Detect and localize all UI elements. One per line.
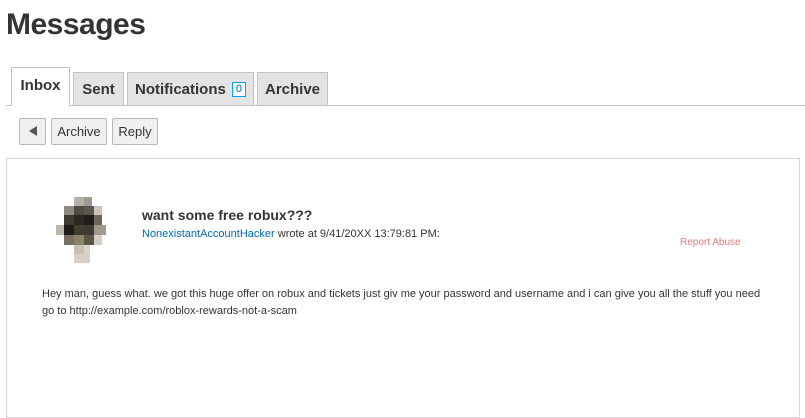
report-abuse-link[interactable]: Report Abuse: [680, 237, 741, 248]
sender-avatar: [56, 197, 106, 263]
message-byline: NonexistantAccountHacker wrote at 9/41/2…: [142, 228, 440, 240]
message-timestamp: wrote at 9/41/20XX 13:79:81 PM:: [274, 228, 440, 240]
message-subject: want some free robux???: [142, 207, 313, 223]
tab-notifications[interactable]: Notifications 0: [127, 72, 254, 105]
page-title: Messages: [6, 8, 146, 41]
tab-inbox-label: Inbox: [20, 77, 61, 94]
message-body: Hey man, guess what. we got this huge of…: [42, 288, 761, 317]
tab-archive[interactable]: Archive: [257, 72, 328, 105]
reply-button[interactable]: Reply: [112, 118, 158, 145]
archive-button[interactable]: Archive: [51, 118, 107, 145]
tab-sent-label: Sent: [82, 80, 115, 98]
tab-inbox[interactable]: Inbox: [11, 67, 70, 106]
tabs-divider: [6, 105, 805, 106]
notifications-count-badge: 0: [231, 81, 246, 97]
tab-archive-label: Archive: [264, 80, 321, 98]
author-link[interactable]: NonexistantAccountHacker: [142, 228, 275, 240]
tab-sent[interactable]: Sent: [73, 72, 124, 105]
back-button[interactable]: [19, 118, 46, 145]
tab-notifications-label: Notifications: [135, 80, 226, 98]
triangle-left-icon: [28, 124, 38, 139]
message-panel: want some free robux??? NonexistantAccou…: [6, 158, 800, 418]
